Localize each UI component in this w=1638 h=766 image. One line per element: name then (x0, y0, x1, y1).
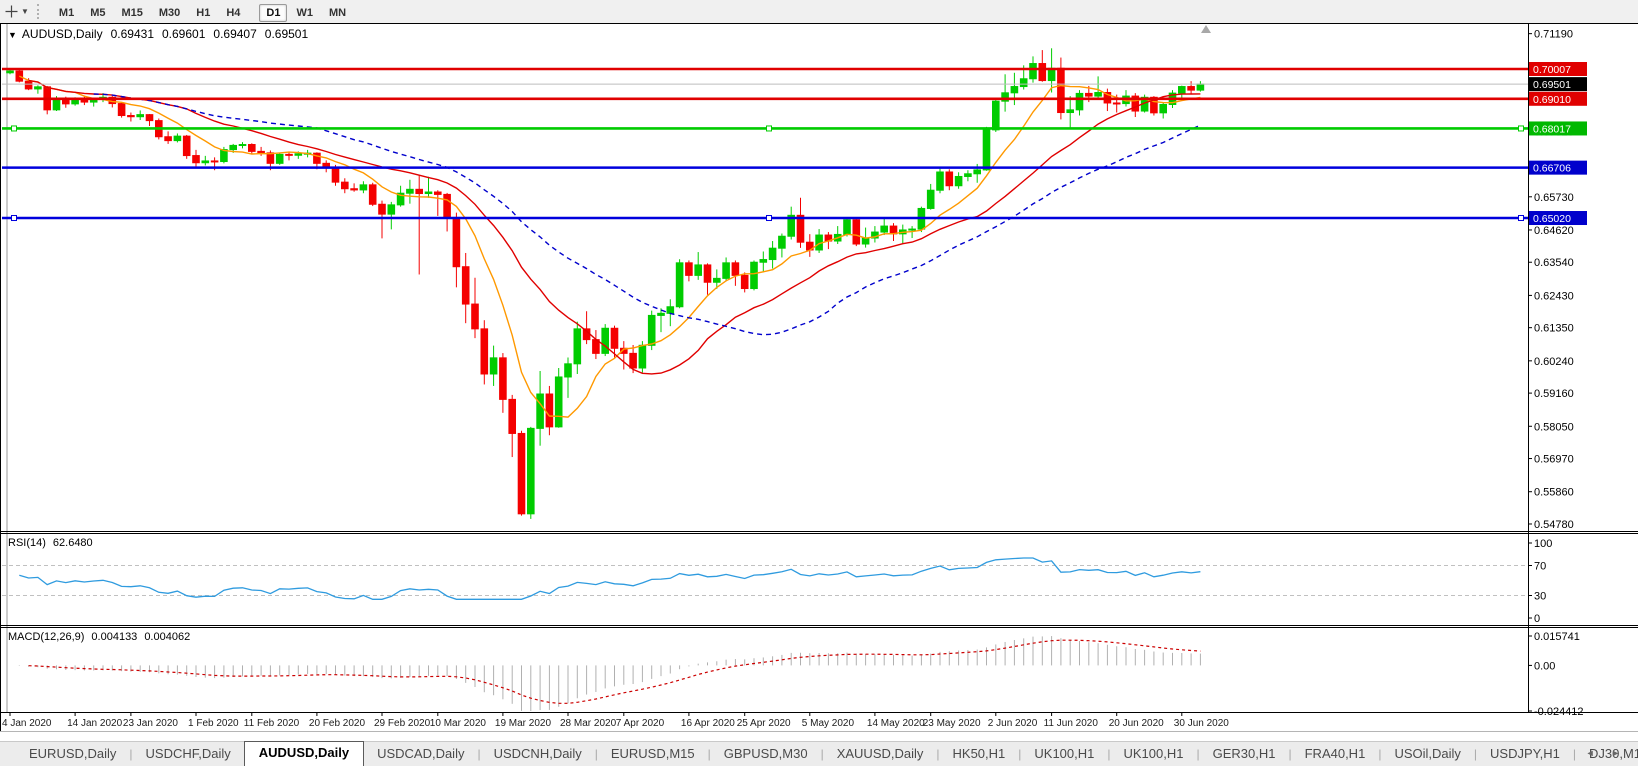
chart-tab-ger30-h1[interactable]: GER30,H1 (1200, 742, 1289, 766)
rsi-scale-label: 0 (1534, 613, 1540, 625)
price-tick-label: 0.59160 (1534, 388, 1574, 400)
price-tick-label: 0.60240 (1534, 356, 1574, 368)
line-handle (11, 215, 17, 222)
price-badge-label: 0.68017 (1533, 123, 1571, 135)
price-badge-label: 0.65020 (1533, 213, 1571, 225)
chart-tab-usoil-daily[interactable]: USOil,Daily (1381, 742, 1473, 766)
ohlc-open: 0.69431 (110, 27, 154, 41)
macd-signal-value: 0.004062 (144, 631, 191, 643)
date-label: 10 Mar 2020 (430, 718, 487, 729)
timeframe-button-MN[interactable]: MN (322, 4, 353, 22)
date-label: 23 May 2020 (923, 718, 981, 729)
line-handle (1518, 215, 1524, 222)
price-tick-label: 0.65730 (1534, 192, 1574, 204)
date-label: 14 Jan 2020 (67, 718, 122, 729)
date-label: 11 Feb 2020 (244, 718, 300, 729)
timeframe-button-D1[interactable]: D1 (259, 3, 288, 22)
chart-tab-usdcnh-daily[interactable]: USDCNH,Daily (481, 742, 595, 766)
chart-tab-eurusd-m15[interactable]: EURUSD,M15 (598, 742, 708, 766)
price-tick-label: 0.62430 (1534, 290, 1574, 302)
timeframe-button-W1[interactable]: W1 (289, 4, 320, 22)
timeframe-button-M5[interactable]: M5 (83, 4, 112, 22)
chart-tab-uk100-h1[interactable]: UK100,H1 (1111, 742, 1197, 766)
price-badge-label: 0.69501 (1533, 79, 1571, 91)
toolbar-grip[interactable] (36, 4, 43, 19)
macd-scale-label: 0.015741 (1534, 631, 1580, 643)
date-label: 2 Jun 2020 (988, 718, 1038, 729)
chart-title: ▼ AUDUSD,Daily 0.69431 0.69601 0.69407 0.6950… (8, 27, 308, 41)
symbol-period-label: AUDUSD,Daily (21, 27, 103, 41)
price-badge-label: 0.66706 (1533, 163, 1571, 175)
date-label: 14 May 2020 (867, 718, 925, 729)
date-label: 28 Mar 2020 (560, 718, 617, 729)
price-tick-label: 0.61350 (1534, 323, 1574, 335)
tab-scroll-right-icon[interactable]: ► (1611, 748, 1620, 758)
price-badge-label: 0.69010 (1533, 94, 1571, 106)
chart-tab-audusd-daily[interactable]: AUDUSD,Daily (243, 741, 365, 766)
date-label: 20 Jun 2020 (1109, 718, 1164, 729)
date-label: 30 Jun 2020 (1174, 718, 1229, 729)
macd-main-value: 0.004133 (91, 631, 138, 643)
chart-tab-usdcad-daily[interactable]: USDCAD,Daily (364, 742, 477, 766)
timeframe-button-M1[interactable]: M1 (52, 4, 81, 22)
chart-tab-eurusd-daily[interactable]: EURUSD,Daily (16, 742, 129, 766)
price-tick-label: 0.64620 (1534, 225, 1574, 237)
price-tick-label: 0.54780 (1534, 519, 1574, 531)
chart-tab-gbpusd-m30[interactable]: GBPUSD,M30 (711, 742, 821, 766)
chart-tab-hk50-h1[interactable]: HK50,H1 (940, 742, 1019, 766)
chart-background (0, 23, 1638, 741)
chart-tab-usdchf-daily[interactable]: USDCHF,Daily (133, 742, 244, 766)
price-tick-label: 0.71190 (1534, 29, 1573, 41)
timeframe-button-H1[interactable]: H1 (189, 4, 217, 22)
chart-tab-xauusd-daily[interactable]: XAUUSD,Daily (824, 742, 937, 766)
collapse-triangle-icon[interactable]: ▼ (8, 30, 17, 40)
rsi-name: RSI(14) (8, 537, 46, 549)
date-label: 20 Feb 2020 (309, 718, 366, 729)
price-tick-label: 0.63540 (1534, 257, 1574, 269)
line-handle (766, 125, 772, 132)
line-handle (766, 215, 772, 222)
top-toolbar: ▼ M1 M5 M15 M30 H1 H4 D1 W1 MN (0, 0, 1638, 23)
timeframe-buttons: M1 M5 M15 M30 H1 H4 D1 W1 MN (51, 3, 354, 22)
crosshair-tool-icon[interactable] (4, 4, 19, 19)
date-label: 16 Apr 2020 (681, 718, 735, 729)
macd-name: MACD(12,26,9) (8, 631, 85, 643)
chart-tab-fra40-h1[interactable]: FRA40,H1 (1292, 742, 1379, 766)
price-tick-label: 0.58050 (1534, 421, 1574, 433)
date-label: 7 Apr 2020 (616, 718, 665, 729)
macd-scale-label: 0.00 (1534, 660, 1555, 672)
date-label: 25 Apr 2020 (737, 718, 791, 729)
date-label: 5 May 2020 (802, 718, 855, 729)
rsi-value: 62.6480 (52, 537, 93, 549)
rsi-scale-label: 100 (1534, 538, 1552, 550)
date-label: 4 Jan 2020 (2, 718, 52, 729)
timeframe-button-H4[interactable]: H4 (219, 4, 247, 22)
rsi-scale-label: 30 (1534, 591, 1546, 603)
price-tick-label: 0.55860 (1534, 487, 1574, 499)
chevron-down-icon[interactable]: ▼ (21, 7, 29, 16)
ohlc-close: 0.69501 (264, 27, 309, 41)
date-label: 29 Feb 2020 (374, 718, 431, 729)
ohlc-high: 0.69601 (162, 27, 206, 41)
chart-tab-bar: EURUSD,Daily | USDCHF,Daily AUDUSD,Daily USD… (0, 741, 1638, 766)
tab-scroll-left-icon[interactable]: ◄ (1586, 748, 1595, 758)
ohlc-low: 0.69407 (213, 27, 257, 41)
date-label: 1 Feb 2020 (188, 718, 239, 729)
chart-tab-uk100-h1[interactable]: UK100,H1 (1021, 742, 1107, 766)
price-tick-label: 0.56970 (1534, 454, 1574, 466)
rsi-indicator-label: RSI(14) 62.6480 (8, 537, 93, 549)
line-handle (11, 125, 17, 132)
date-label: 11 Jun 2020 (1044, 718, 1099, 729)
price-chart-canvas[interactable]: 100703000.0157410.00-0.0244120.711900.67… (0, 0, 1638, 766)
timeframe-button-M15[interactable]: M15 (114, 4, 149, 22)
price-badge-label: 0.70007 (1533, 64, 1571, 76)
date-label: 19 Mar 2020 (495, 718, 552, 729)
timeframe-button-M30[interactable]: M30 (152, 4, 187, 22)
chart-tab-usdjpy-h1[interactable]: USDJPY,H1 (1477, 742, 1573, 766)
macd-indicator-label: MACD(12,26,9) 0.004133 0.004062 (8, 631, 190, 643)
date-label: 23 Jan 2020 (123, 718, 178, 729)
tab-scroll-buttons: ◄ ► (1572, 748, 1620, 758)
line-handle (1518, 125, 1524, 132)
rsi-scale-label: 70 (1534, 561, 1546, 573)
